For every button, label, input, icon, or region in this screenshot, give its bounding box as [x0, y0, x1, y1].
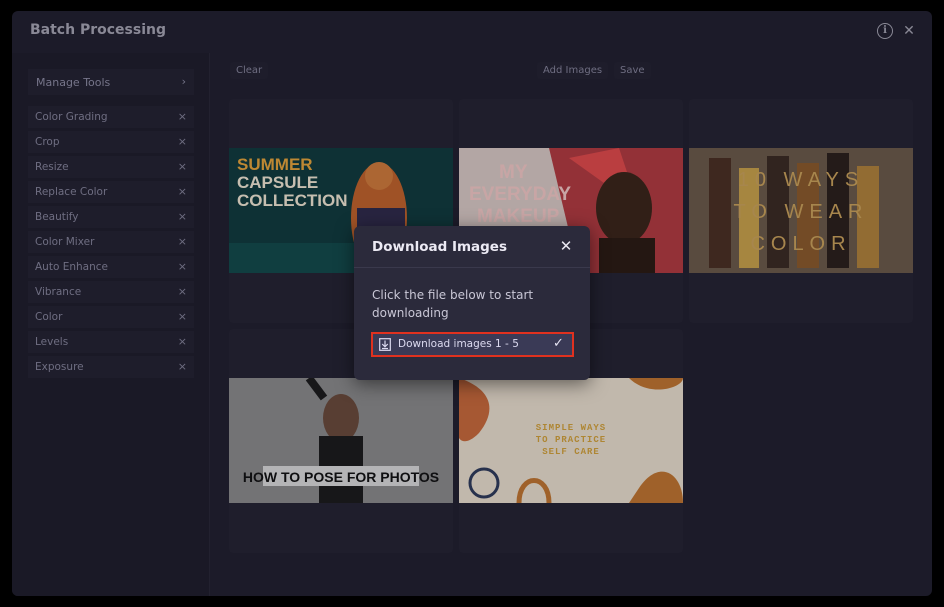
tool-label: Replace Color [35, 186, 108, 198]
tools-sidebar: Manage Tools › Color Grading × Crop × Resi… [12, 53, 210, 596]
close-icon[interactable]: ✕ [558, 238, 574, 254]
tool-label: Resize [35, 161, 69, 173]
manage-tools-button[interactable]: Manage Tools › [28, 69, 194, 95]
remove-icon[interactable]: × [178, 260, 187, 273]
tool-item-beautify[interactable]: Beautify × [28, 206, 194, 228]
tool-label: Color Grading [35, 111, 108, 123]
remove-icon[interactable]: × [178, 335, 187, 348]
dialog-message: Click the file below to start downloadin… [372, 288, 534, 320]
tool-label: Vibrance [35, 286, 82, 298]
download-images-button[interactable]: Download images 1 - 5 ✓ [371, 332, 574, 357]
dialog-title: Download Images [372, 239, 507, 255]
title-bar: Batch Processing i ✕ [12, 11, 932, 53]
window-title: Batch Processing [30, 22, 166, 38]
remove-icon[interactable]: × [178, 210, 187, 223]
remove-icon[interactable]: × [178, 185, 187, 198]
remove-icon[interactable]: × [178, 110, 187, 123]
tool-label: Auto Enhance [35, 261, 108, 273]
remove-icon[interactable]: × [178, 285, 187, 298]
add-images-button[interactable]: Add Images [537, 62, 609, 79]
divider [354, 267, 590, 268]
info-icon[interactable]: i [877, 23, 893, 39]
close-icon[interactable]: ✕ [901, 23, 917, 39]
tool-item-color-grading[interactable]: Color Grading × [28, 106, 194, 128]
save-button[interactable]: Save [614, 62, 651, 79]
tool-item-vibrance[interactable]: Vibrance × [28, 281, 194, 303]
tool-item-resize[interactable]: Resize × [28, 156, 194, 178]
tool-label: Exposure [35, 361, 84, 373]
tool-label: Color [35, 311, 63, 323]
remove-icon[interactable]: × [178, 160, 187, 173]
download-label: Download images 1 - 5 [398, 338, 519, 350]
manage-tools-label: Manage Tools [36, 76, 111, 89]
tool-item-exposure[interactable]: Exposure × [28, 356, 194, 378]
download-icon [379, 338, 391, 351]
tool-item-color[interactable]: Color × [28, 306, 194, 328]
tool-item-auto-enhance[interactable]: Auto Enhance × [28, 256, 194, 278]
checkmark-icon: ✓ [553, 336, 564, 351]
tool-label: Crop [35, 136, 60, 148]
image-thumbnail: SIMPLE WAYS TO PRACTICE SELF CARE [459, 378, 683, 503]
tool-label: Color Mixer [35, 236, 95, 248]
tool-item-crop[interactable]: Crop × [28, 131, 194, 153]
remove-icon[interactable]: × [178, 135, 187, 148]
remove-icon[interactable]: × [178, 310, 187, 323]
tool-label: Levels [35, 336, 69, 348]
chevron-right-icon: › [181, 75, 186, 88]
image-thumbnail: HOW TO POSE FOR PHOTOS [229, 378, 453, 503]
tool-item-replace-color[interactable]: Replace Color × [28, 181, 194, 203]
remove-icon[interactable]: × [178, 360, 187, 373]
remove-icon[interactable]: × [178, 235, 187, 248]
tool-label: Beautify [35, 211, 79, 223]
tool-item-levels[interactable]: Levels × [28, 331, 194, 353]
download-images-dialog: Download Images ✕ Click the file below t… [354, 226, 590, 380]
image-card[interactable]: 10 WAYS TO WEAR COLOR [689, 99, 913, 323]
clear-button[interactable]: Clear [230, 62, 269, 79]
tool-item-color-mixer[interactable]: Color Mixer × [28, 231, 194, 253]
image-thumbnail: 10 WAYS TO WEAR COLOR [689, 148, 913, 273]
